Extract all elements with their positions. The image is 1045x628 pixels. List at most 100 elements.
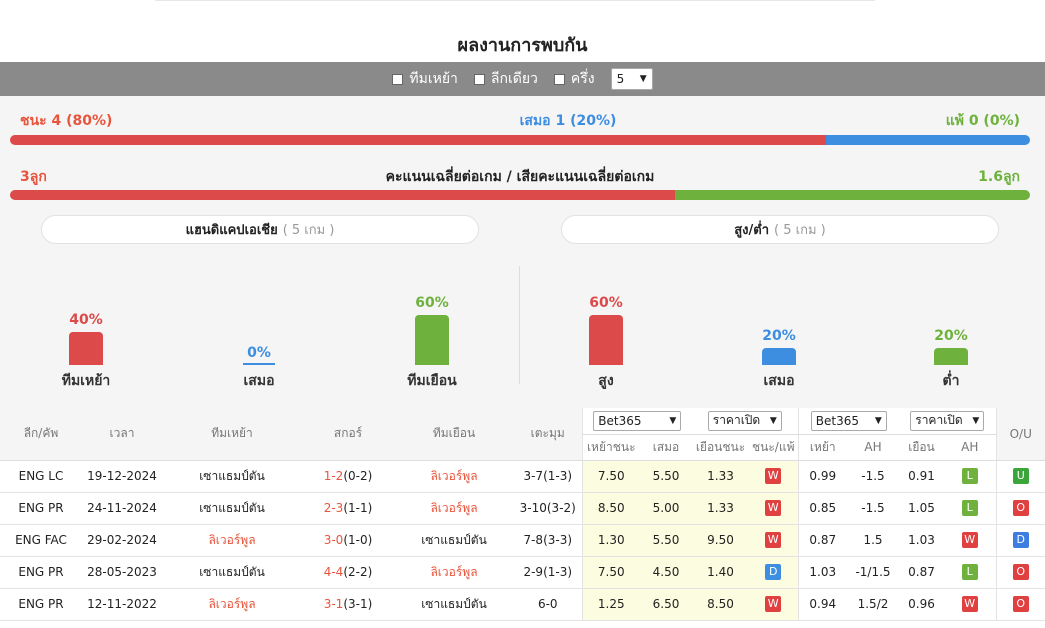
league-cell[interactable]: ENG LC	[0, 460, 82, 493]
league-cell[interactable]: ENG PR	[0, 556, 82, 589]
header-price1-cell: ราคาเปิด ▼	[692, 408, 799, 435]
column-label: สูง	[598, 373, 614, 389]
league-text: ENG PR	[18, 597, 64, 611]
ft-score[interactable]: 3-0	[324, 533, 344, 547]
h-text: 0.94	[809, 597, 837, 611]
away-team-cell: ลิเวอร์พูล	[394, 556, 514, 589]
ah-home-odds: 0.99	[798, 460, 847, 493]
goal-average-bar	[10, 190, 1030, 200]
column-label: เสมอ	[763, 373, 795, 389]
filter-bar: ทีมเหย้า ลีกเดียว ครึ่ง 5 ▼	[0, 62, 1045, 96]
draw-summary: เสมอ 1 (20%)	[519, 113, 617, 129]
home-win-odds: 7.50	[581, 460, 640, 493]
home-team-cell: ลิเวอร์พูล	[162, 524, 302, 557]
ah-result-cell: L	[944, 492, 997, 525]
league-cell[interactable]: ENG FAC	[0, 524, 82, 557]
ft-score[interactable]: 2-3	[324, 501, 344, 515]
filter-half-option[interactable]: ครึ่ง	[553, 68, 595, 90]
away-team[interactable]: เซาแธมป์ตัน	[421, 597, 487, 611]
away-team-cell: เซาแธมป์ตัน	[394, 588, 514, 621]
bookmaker1-value: Bet365	[598, 413, 642, 428]
away-goal-average: 1.6ลูก	[978, 169, 1020, 185]
o1-text: 8.50	[597, 501, 625, 515]
match-count-select[interactable]: 5 ▼	[610, 68, 653, 90]
win-bar-segment	[10, 135, 826, 145]
panel-divider	[519, 266, 520, 384]
overunder-tab[interactable]: สูง/ต่ำ ( 5 เกม )	[561, 215, 999, 244]
ft-score[interactable]: 3-1	[324, 597, 344, 611]
o2-text: 5.50	[652, 469, 680, 483]
home-win-odds: 1.30	[581, 524, 640, 557]
date-cell: 12-11-2022	[82, 588, 162, 621]
percentage-bar	[69, 332, 103, 365]
filter-league-option[interactable]: ลีกเดียว	[473, 68, 538, 90]
draw-bar-segment	[826, 135, 1030, 145]
corner-cell: 6-0	[514, 588, 582, 621]
column-label: เสมอ	[243, 373, 275, 389]
o1-text: 1.25	[597, 597, 625, 611]
away-team[interactable]: ลิเวอร์พูล	[430, 501, 477, 515]
h-text: 0.87	[809, 533, 837, 547]
header-score: สกอร์	[302, 408, 394, 461]
league-text: ENG PR	[18, 565, 64, 579]
home-win-odds: 7.50	[581, 556, 640, 589]
home-team-cell: ลิเวอร์พูล	[162, 588, 302, 621]
ah-home-odds: 1.03	[798, 556, 847, 589]
league-cell[interactable]: ENG PR	[0, 492, 82, 525]
win-loss-cell: W	[749, 588, 799, 621]
ah-away-odds: 1.05	[899, 492, 944, 525]
away-team[interactable]: เซาแธมป์ตัน	[421, 533, 487, 547]
home-checkbox-label: ทีมเหย้า	[409, 71, 458, 87]
away-team[interactable]: ลิเวอร์พูล	[430, 469, 477, 483]
percentage-bar	[762, 348, 796, 365]
corner-text: 3-10(3-2)	[519, 501, 576, 515]
date-text: 19-12-2024	[87, 469, 157, 483]
filter-home-option[interactable]: ทีมเหย้า	[392, 68, 458, 90]
away-team[interactable]: ลิเวอร์พูล	[430, 565, 477, 579]
away-win-odds: 1.40	[692, 556, 749, 589]
half-checkbox[interactable]	[553, 73, 565, 85]
home-team[interactable]: ลิเวอร์พูล	[208, 533, 255, 547]
table-row: ENG LC 19-12-2024 เซาแธมป์ตัน 1-2(0-2) ลิเวอ…	[0, 460, 1045, 493]
header-time: เวลา	[82, 408, 162, 461]
ah-away-odds: 0.87	[899, 556, 944, 589]
home-goal-bar-segment	[10, 190, 676, 200]
away-team-cell: ลิเวอร์พูล	[394, 492, 514, 525]
score-cell: 1-2(0-2)	[302, 460, 394, 493]
away-team-cell: เซาแธมป์ตัน	[394, 524, 514, 557]
o2-text: 5.00	[652, 501, 680, 515]
home-team[interactable]: เซาแธมป์ตัน	[199, 501, 265, 515]
home-checkbox[interactable]	[392, 73, 404, 85]
home-team-cell: เซาแธมป์ตัน	[162, 492, 302, 525]
ah-result-cell: L	[944, 460, 997, 493]
header-away: ทีมเยือน	[394, 408, 514, 461]
home-team[interactable]: เซาแธมป์ตัน	[199, 565, 265, 579]
table-row: ENG PR 12-11-2022 ลิเวอร์พูล 3-1(3-1) เซาแธม…	[0, 588, 1045, 621]
result-badge: W	[765, 500, 782, 516]
h-text: 0.99	[809, 469, 837, 483]
o3-text: 1.33	[707, 469, 734, 483]
league-checkbox[interactable]	[473, 73, 485, 85]
home-team[interactable]: ลิเวอร์พูล	[208, 597, 255, 611]
date-text: 12-11-2022	[87, 597, 157, 611]
a-text: 1.05	[908, 501, 935, 515]
away-win-odds: 1.33	[692, 460, 749, 493]
price1-select[interactable]: ราคาเปิด ▼	[707, 410, 782, 431]
o1-text: 7.50	[597, 469, 625, 483]
price2-select[interactable]: ราคาเปิด ▼	[910, 410, 985, 431]
ah-line: 1.5	[847, 524, 899, 557]
home-team[interactable]: เซาแธมป์ตัน	[199, 469, 265, 483]
percentage-label: 60%	[589, 295, 623, 311]
league-cell[interactable]: ENG PR	[0, 588, 82, 621]
ft-score[interactable]: 4-4	[324, 565, 344, 579]
goal-average-title: คะแนนเฉลี่ยต่อเกม / เสียคะแนนเฉลี่ยต่อเก…	[385, 169, 655, 185]
bookmaker2-select[interactable]: Bet365 ▼	[810, 410, 887, 431]
handicap-tab[interactable]: แฮนดิแคปเอเชีย ( 5 เกม )	[41, 215, 479, 244]
overunder-count: ( 5 เกม )	[774, 223, 826, 238]
a-text: 0.87	[908, 565, 935, 579]
corner-cell: 7-8(3-3)	[514, 524, 582, 557]
ft-score[interactable]: 1-2	[324, 469, 344, 483]
bookmaker1-select[interactable]: Bet365 ▼	[593, 410, 682, 431]
score-cell: 4-4(2-2)	[302, 556, 394, 589]
header-win-loss: ชนะ/แพ้	[749, 434, 799, 461]
